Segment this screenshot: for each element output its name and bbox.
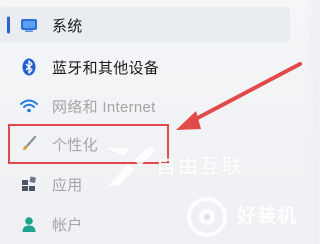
x-logo-watermark bbox=[106, 146, 156, 186]
watermark-logo bbox=[187, 197, 227, 237]
window-edge bbox=[303, 0, 319, 244]
watermark-text: 自由互联 bbox=[156, 156, 244, 178]
settings-window: 系统 蓝牙和其他设备 网络和 Internet 个性化 应用 帐户 自由互联 好… bbox=[0, 0, 319, 244]
watermark-text: 好装机 bbox=[237, 206, 298, 227]
